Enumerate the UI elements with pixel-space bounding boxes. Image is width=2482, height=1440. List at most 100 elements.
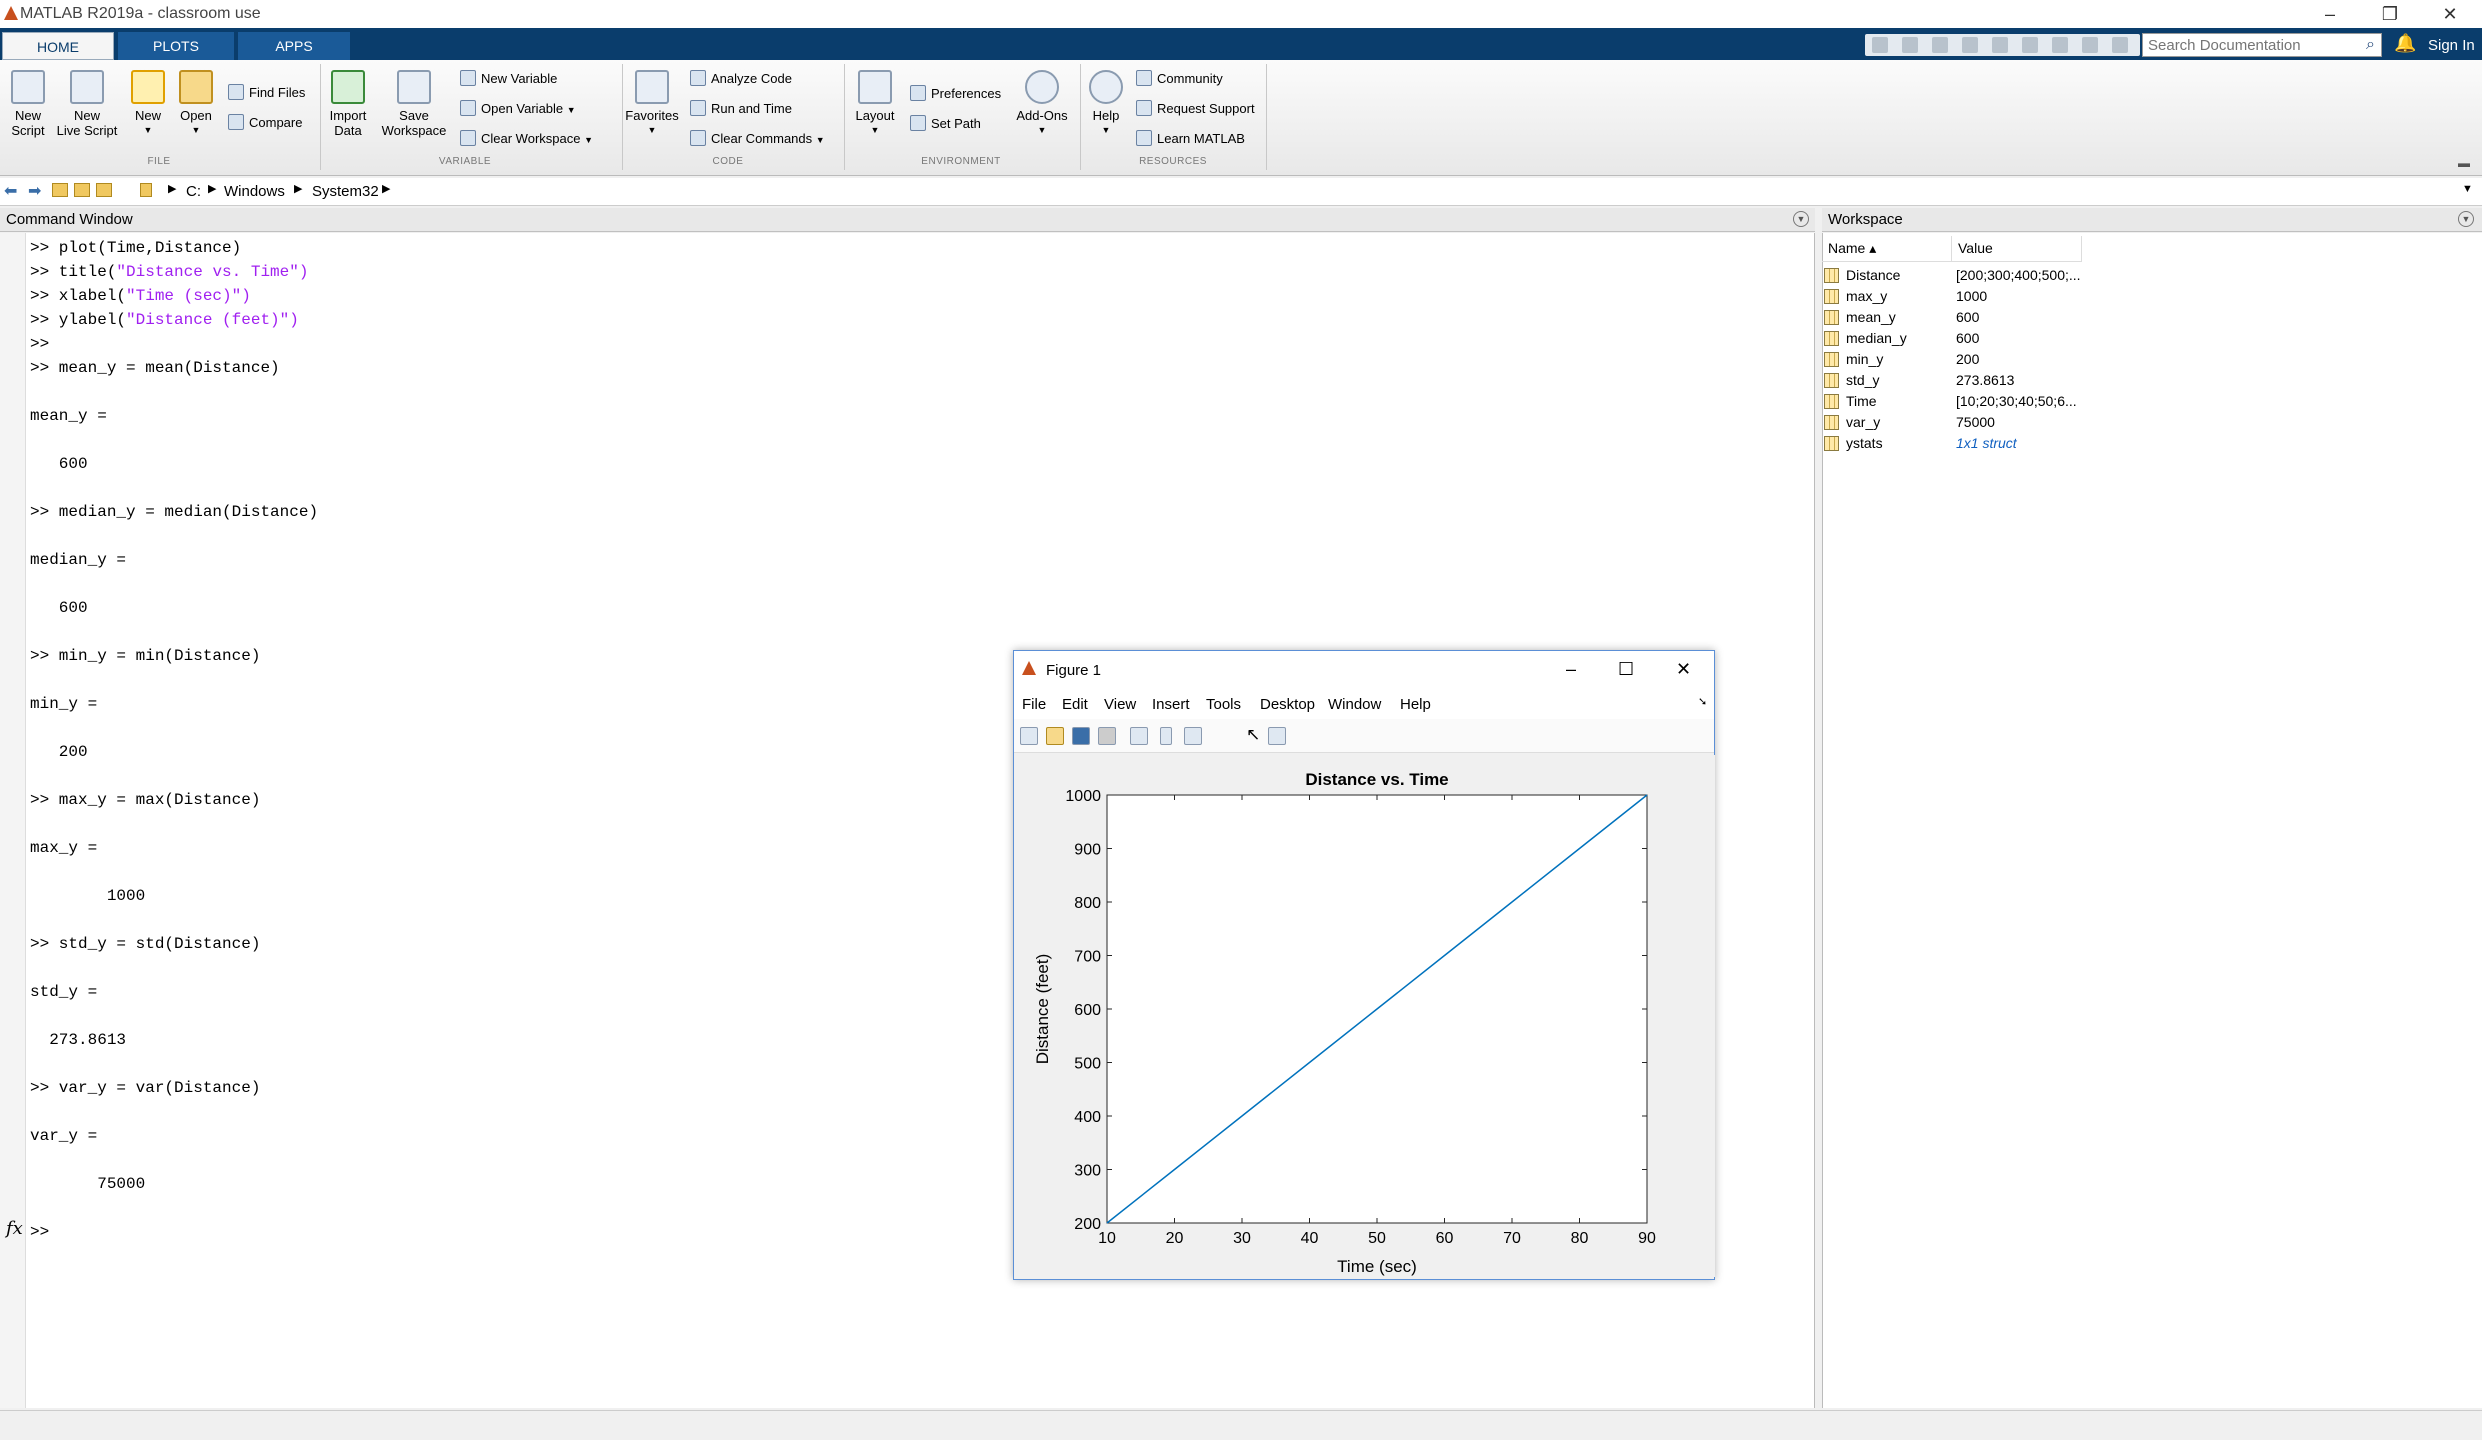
open-file-icon[interactable] [1046, 727, 1064, 745]
menu-insert[interactable]: Insert [1152, 696, 1190, 713]
save-icon[interactable] [1072, 727, 1090, 745]
menu-edit[interactable]: Edit [1062, 696, 1088, 713]
clear-workspace-button[interactable]: Clear Workspace ▼ [460, 128, 593, 150]
y-axis-label: Distance (feet) [1033, 954, 1052, 1065]
command-line: >> [30, 335, 50, 353]
request-support-button[interactable]: Request Support [1136, 98, 1255, 120]
new-live-script-icon [70, 70, 104, 104]
learn-matlab-icon [1136, 130, 1152, 146]
path-segment-windows[interactable]: Windows [224, 183, 285, 200]
matrix-variable-icon [1824, 394, 1839, 409]
folder-icon[interactable] [96, 183, 112, 197]
forward-arrow-icon[interactable]: ➡ [28, 181, 41, 201]
help-button[interactable]: Help ▼ [1086, 70, 1126, 138]
command-window-header: Command Window [0, 208, 1815, 232]
menu-view[interactable]: View [1104, 696, 1136, 713]
collapse-ribbon-icon[interactable]: ▬ [2458, 156, 2470, 170]
new-script-button[interactable]: New Script [6, 70, 50, 138]
path-segment-drive[interactable]: C: [186, 183, 201, 200]
dock-arrow-icon[interactable]: ➘ [1698, 695, 1707, 708]
menu-help[interactable]: Help [1400, 696, 1431, 713]
x-tick-label: 80 [1571, 1230, 1589, 1247]
menu-file[interactable]: File [1022, 696, 1046, 713]
browse-folder-icon[interactable] [74, 183, 90, 197]
print-icon[interactable] [1098, 727, 1116, 745]
minimize-icon[interactable]: – [2300, 0, 2360, 28]
function-browser-icon[interactable]: fx [6, 1218, 23, 1239]
run-and-time-button[interactable]: Run and Time [690, 98, 792, 120]
find-files-button[interactable]: Find Files [228, 82, 305, 104]
edit-plot-pointer-icon[interactable]: ↖ [1246, 725, 1260, 745]
sign-in-link[interactable]: Sign In [2428, 37, 2475, 54]
command-line: >> max_y = max(Distance) [30, 791, 261, 809]
clear-commands-icon [690, 130, 706, 146]
new-figure-icon[interactable] [1020, 727, 1038, 745]
ribbon-divider [1266, 64, 1267, 170]
property-inspector-icon[interactable] [1268, 727, 1286, 745]
clear-commands-button[interactable]: Clear Commands ▼ [690, 128, 825, 150]
import-data-button[interactable]: Import Data [326, 70, 370, 138]
command-prompt-input[interactable]: >> [30, 1220, 49, 1244]
learn-matlab-button[interactable]: Learn MATLAB [1136, 128, 1245, 150]
restore-icon[interactable]: ❐ [2360, 0, 2420, 28]
figure-title-bar: Figure 1 – ☐ ✕ [1014, 651, 1714, 691]
path-dropdown-icon[interactable]: ▼ [2462, 183, 2473, 195]
status-bar [0, 1410, 2482, 1440]
open-variable-icon [460, 100, 476, 116]
new-plus-icon [131, 70, 165, 104]
insert-legend-icon[interactable] [1184, 727, 1202, 745]
community-button[interactable]: Community [1136, 68, 1223, 90]
command-output-value: 600 [30, 455, 88, 473]
favorites-star-icon [635, 70, 669, 104]
quick-access-toolbar[interactable] [1865, 34, 2140, 56]
command-output-value: 1000 [30, 887, 146, 905]
open-button[interactable]: Open ▼ [176, 70, 216, 138]
preferences-button[interactable]: Preferences [910, 83, 1001, 105]
add-ons-icon [1025, 70, 1059, 104]
add-ons-button[interactable]: Add-Ons ▼ [1012, 70, 1072, 138]
command-window-actions-icon[interactable]: ▼ [1793, 211, 1809, 227]
new-variable-icon [460, 70, 476, 86]
command-output-value: 200 [30, 743, 88, 761]
back-arrow-icon[interactable]: ⬅ [4, 181, 17, 201]
column-header-name[interactable]: Name ▴ [1822, 236, 1952, 262]
command-line: >> min_y = min(Distance) [30, 647, 261, 665]
figure-minimize-icon[interactable]: – [1566, 659, 1576, 680]
command-output-label: min_y = [30, 695, 98, 713]
tab-apps[interactable]: APPS [238, 32, 350, 60]
new-variable-button[interactable]: New Variable [460, 68, 557, 90]
compare-button[interactable]: Compare [228, 112, 302, 134]
open-variable-button[interactable]: Open Variable ▼ [460, 98, 576, 120]
save-workspace-button[interactable]: Save Workspace [378, 70, 450, 138]
search-documentation-input[interactable] [2142, 33, 2382, 57]
y-tick-label: 500 [1074, 1056, 1101, 1073]
plot-area[interactable]: Distance vs. Time Time (sec) Distance (f… [1015, 755, 1715, 1277]
workspace-actions-icon[interactable]: ▼ [2458, 211, 2474, 227]
figure-window: Figure 1 – ☐ ✕ File Edit View Insert Too… [1013, 650, 1715, 1280]
menu-window[interactable]: Window [1328, 696, 1381, 713]
link-plot-icon[interactable] [1130, 727, 1148, 745]
matrix-variable-icon [1824, 373, 1839, 388]
path-segment-system32[interactable]: System32 [312, 183, 379, 200]
set-path-button[interactable]: Set Path [910, 113, 981, 135]
menu-desktop[interactable]: Desktop [1260, 696, 1315, 713]
menu-tools[interactable]: Tools [1206, 696, 1241, 713]
new-button[interactable]: New ▼ [128, 70, 168, 138]
search-icon[interactable]: ⌕ [2366, 36, 2375, 54]
tab-home[interactable]: HOME [2, 32, 114, 60]
insert-colorbar-icon[interactable] [1160, 727, 1172, 745]
up-folder-icon[interactable] [52, 183, 68, 197]
notification-bell-icon[interactable]: 🔔 [2394, 33, 2416, 54]
tab-plots[interactable]: PLOTS [118, 32, 234, 60]
ribbon-divider [320, 64, 321, 170]
close-icon[interactable]: ✕ [2420, 0, 2480, 28]
figure-maximize-icon[interactable]: ☐ [1618, 659, 1634, 680]
y-tick-label: 1000 [1065, 788, 1101, 805]
variable-group-label: VARIABLE [438, 156, 492, 167]
column-header-value[interactable]: Value [1952, 236, 2082, 262]
favorites-button[interactable]: Favorites ▼ [624, 70, 680, 138]
figure-close-icon[interactable]: ✕ [1676, 659, 1691, 680]
analyze-code-button[interactable]: Analyze Code [690, 68, 792, 90]
layout-button[interactable]: Layout ▼ [850, 70, 900, 138]
new-live-script-button[interactable]: New Live Script [56, 70, 118, 138]
